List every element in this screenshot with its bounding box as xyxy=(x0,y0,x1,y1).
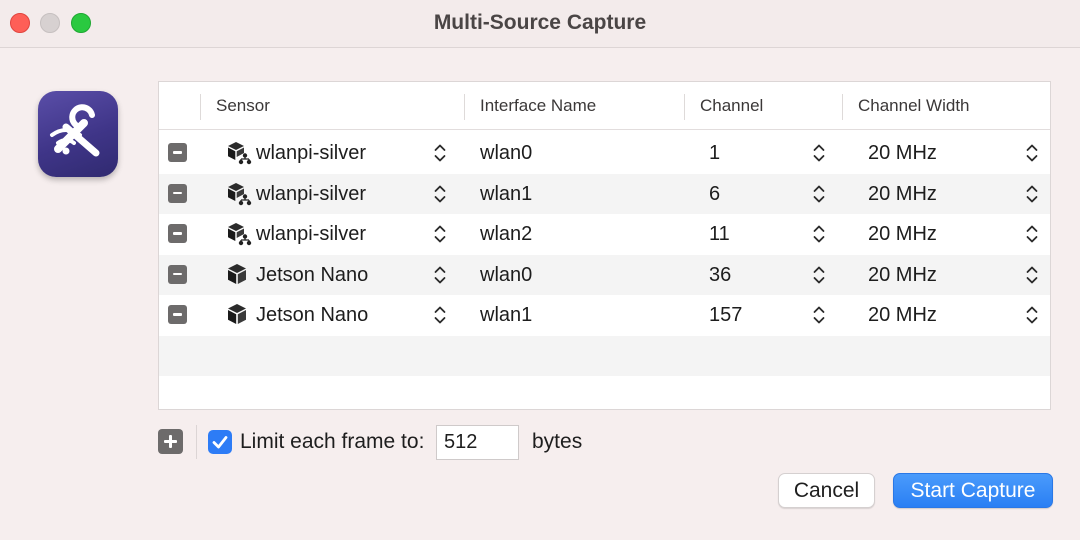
sensor-stepper-icon[interactable] xyxy=(433,182,447,206)
limit-frame-checkbox[interactable] xyxy=(208,430,232,454)
channel-width-select-value[interactable]: 20 MHz xyxy=(868,142,937,165)
remove-row-button[interactable] xyxy=(168,305,187,324)
column-separator xyxy=(684,94,685,120)
column-separator xyxy=(464,94,465,120)
app-icon xyxy=(38,91,118,177)
remove-row-button[interactable] xyxy=(168,264,187,284)
channel-select-value[interactable]: 6 xyxy=(709,183,720,206)
table-row: Jetson Nano wlan0 36 20 MHz xyxy=(159,254,1050,295)
column-separator xyxy=(200,94,201,120)
sensor-table: Sensor Interface Name Channel Channel Wi… xyxy=(158,81,1051,410)
interface-name-cell[interactable]: wlan1 xyxy=(480,304,532,327)
table-row: wlanpi-silver wlan2 11 20 MHz xyxy=(159,214,1050,254)
channel-stepper-icon[interactable] xyxy=(812,263,826,287)
table-row: wlanpi-silver wlan0 1 20 MHz xyxy=(159,133,1050,173)
cancel-button[interactable]: Cancel xyxy=(778,473,875,508)
channel-select-value[interactable]: 1 xyxy=(709,142,720,165)
sensor-select-value[interactable]: Jetson Nano xyxy=(256,264,368,287)
channel-width-select-value[interactable]: 20 MHz xyxy=(868,183,937,206)
channel-width-stepper-icon[interactable] xyxy=(1025,263,1039,287)
network-cube-icon xyxy=(226,181,252,207)
interface-name-cell[interactable]: wlan0 xyxy=(480,264,532,287)
cube-icon xyxy=(226,262,252,288)
channel-select-value[interactable]: 11 xyxy=(709,223,730,246)
channel-stepper-icon[interactable] xyxy=(812,182,826,206)
column-separator xyxy=(842,94,843,120)
column-header-channel-width[interactable]: Channel Width xyxy=(858,96,970,116)
channel-select-value[interactable]: 36 xyxy=(709,264,731,287)
start-capture-button[interactable]: Start Capture xyxy=(893,473,1053,508)
empty-table-row xyxy=(159,335,1050,376)
sensor-select-value[interactable]: wlanpi-silver xyxy=(256,183,366,206)
sensor-stepper-icon[interactable] xyxy=(433,303,447,327)
sensor-select-value[interactable]: wlanpi-silver xyxy=(256,142,366,165)
channel-stepper-icon[interactable] xyxy=(812,141,826,165)
interface-name-cell[interactable]: wlan0 xyxy=(480,142,532,165)
channel-select-value[interactable]: 157 xyxy=(709,304,742,327)
table-row: wlanpi-silver wlan1 6 20 MHz xyxy=(159,173,1050,214)
network-cube-icon xyxy=(226,221,252,247)
table-row: Jetson Nano wlan1 157 20 MHz xyxy=(159,295,1050,335)
add-sensor-button[interactable] xyxy=(158,429,183,454)
channel-width-select-value[interactable]: 20 MHz xyxy=(868,223,937,246)
sensor-stepper-icon[interactable] xyxy=(433,263,447,287)
sensor-stepper-icon[interactable] xyxy=(433,141,447,165)
title-bar: Multi-Source Capture xyxy=(0,0,1080,48)
limit-frame-label: Limit each frame to: xyxy=(240,430,425,453)
sensor-select-value[interactable]: Jetson Nano xyxy=(256,304,368,327)
channel-width-select-value[interactable]: 20 MHz xyxy=(868,264,937,287)
column-header-channel[interactable]: Channel xyxy=(700,96,763,116)
channel-stepper-icon[interactable] xyxy=(812,222,826,246)
column-header-interface[interactable]: Interface Name xyxy=(480,96,596,116)
network-cube-icon xyxy=(226,140,252,166)
frame-size-input[interactable] xyxy=(436,425,519,460)
column-header-sensor[interactable]: Sensor xyxy=(216,96,270,116)
channel-stepper-icon[interactable] xyxy=(812,303,826,327)
interface-name-cell[interactable]: wlan2 xyxy=(480,223,532,246)
window-title: Multi-Source Capture xyxy=(433,11,647,34)
channel-width-stepper-icon[interactable] xyxy=(1025,182,1039,206)
remove-row-button[interactable] xyxy=(168,143,187,162)
channel-width-stepper-icon[interactable] xyxy=(1025,222,1039,246)
channel-width-stepper-icon[interactable] xyxy=(1025,303,1039,327)
divider xyxy=(196,425,197,459)
channel-width-select-value[interactable]: 20 MHz xyxy=(868,304,937,327)
bytes-unit-label: bytes xyxy=(532,430,583,453)
multi-source-capture-window: Multi-Source Capture Sensor Interface Na… xyxy=(0,0,1080,540)
sensor-stepper-icon[interactable] xyxy=(433,222,447,246)
channel-width-stepper-icon[interactable] xyxy=(1025,141,1039,165)
interface-name-cell[interactable]: wlan1 xyxy=(480,183,532,206)
remove-row-button[interactable] xyxy=(168,183,187,203)
remove-row-button[interactable] xyxy=(168,224,187,243)
sensor-select-value[interactable]: wlanpi-silver xyxy=(256,223,366,246)
cube-icon xyxy=(226,302,252,328)
table-header: Sensor Interface Name Channel Channel Wi… xyxy=(159,82,1050,130)
checkmark-icon xyxy=(212,436,228,449)
